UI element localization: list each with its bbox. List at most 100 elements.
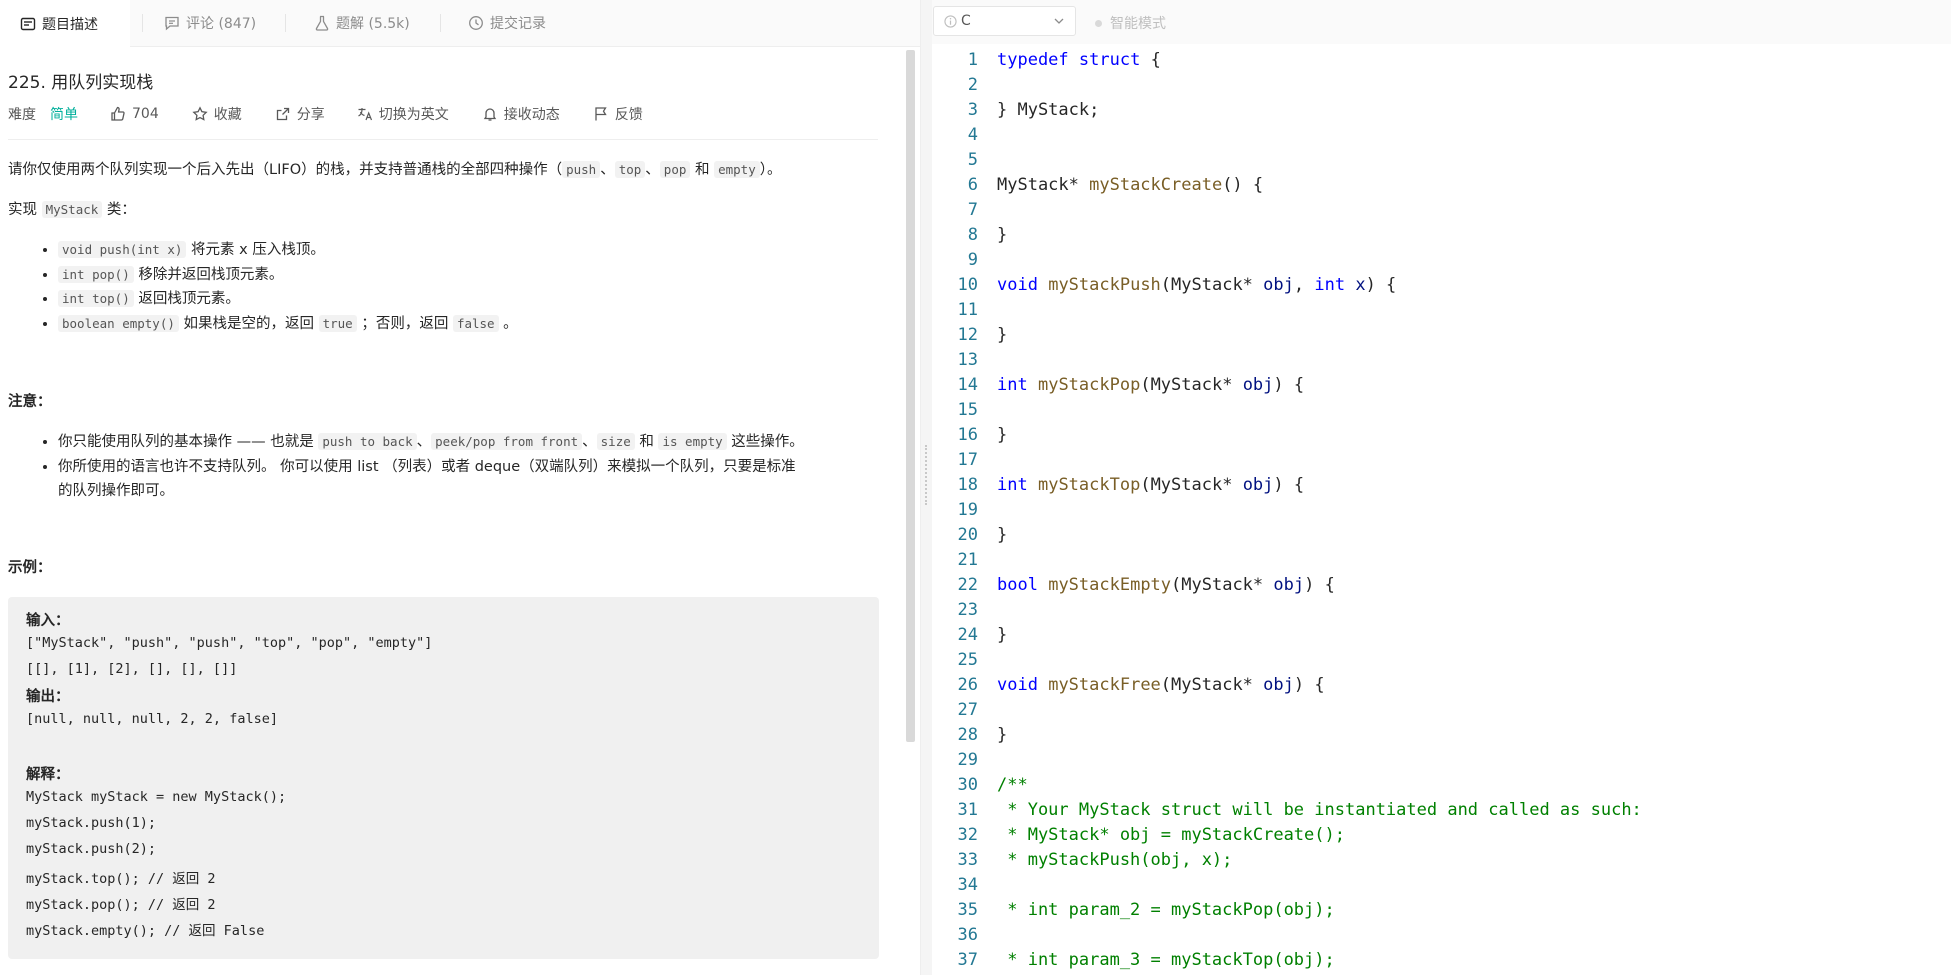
problem-title: 225. 用队列实现栈 [8, 73, 154, 93]
separator: 、 [416, 434, 432, 450]
code-line: } [997, 625, 1008, 645]
line-number: 13 [957, 350, 978, 370]
intro-end: ）。 [759, 162, 782, 178]
code-line: } [997, 525, 1008, 545]
method-desc: 如果栈是空的，返回 [178, 315, 319, 332]
code-token: typedef [997, 50, 1069, 70]
example-explain-line: myStack.top(); // 返回 2 [26, 871, 216, 887]
code-token: int [1314, 275, 1346, 295]
status-dot-icon [1095, 19, 1102, 27]
bell-icon [483, 108, 496, 121]
code-token: myStackTop [1037, 475, 1141, 495]
smart-mode-toggle[interactable]: 智能模式 [1095, 13, 1166, 33]
tab-separator [440, 14, 441, 32]
editor-panel: C 智能模式 1 2 3 4 5 6 7 8 9 10 11 12 13 14 … [932, 0, 1951, 975]
tab-label: 题目描述 [42, 16, 98, 33]
code-line: } [997, 725, 1008, 745]
line-number: 10 [957, 275, 978, 295]
code-token: int [997, 375, 1028, 395]
code-token: myStackPush [1048, 275, 1161, 295]
note-text: 这些操作。 [726, 434, 804, 450]
problem-scrollbar[interactable] [906, 50, 915, 742]
language-select[interactable]: C [933, 6, 1076, 36]
subscribe-label: 接收动态 [503, 107, 560, 123]
tab-comments[interactable]: 评论 (847) [164, 0, 256, 46]
switch-language-label: 切换为英文 [378, 107, 449, 123]
line-number: 11 [957, 300, 978, 320]
tab-label: 题解 (5.5k) [336, 16, 410, 32]
example-explain-line: myStack.push(2); [26, 841, 157, 857]
code-token: ) { [1273, 375, 1305, 395]
line-number: 16 [957, 425, 978, 445]
line-number: 25 [957, 650, 978, 670]
code-line: } [997, 425, 1008, 445]
code-token: ) { [1365, 275, 1397, 295]
code-line: /** [997, 775, 1028, 795]
implement-line: 实现 MyStack 类： [8, 198, 136, 222]
switch-language-button[interactable]: 切换为英文 [357, 104, 449, 124]
list-item: int pop() 移除并返回栈顶元素。 [58, 263, 518, 288]
problem-intro: 请你仅使用两个队列实现一个后入先出（LIFO）的栈，并支持普通栈的全部四种操作（… [8, 158, 781, 182]
code-false: false [452, 314, 499, 332]
grip-icon [925, 445, 929, 505]
like-button[interactable]: 704 [110, 106, 159, 122]
list-item: boolean empty() 如果栈是空的，返回 true ；否则，返回 fa… [58, 312, 518, 337]
line-number: 17 [957, 450, 978, 470]
tab-submissions[interactable]: 提交记录 [468, 0, 546, 46]
line-number: 24 [957, 625, 978, 645]
share-button[interactable]: 分享 [275, 104, 325, 124]
code-top: top [614, 161, 646, 178]
example-explain-line: MyStack myStack = new MyStack(); [26, 789, 287, 805]
code-token: void [997, 675, 1038, 695]
code-token: myStackCreate [1089, 175, 1223, 195]
tab-solutions[interactable]: 题解 (5.5k) [314, 0, 410, 46]
flask-icon [315, 15, 329, 31]
method-desc: 。 [498, 315, 518, 332]
code-is-empty: is empty [658, 433, 727, 450]
tab-label: 评论 (847) [186, 16, 257, 32]
share-icon [276, 107, 289, 121]
problem-meta-bar: 难度 简单 704 收藏 分享 切换为英文 接收动态 反馈 [8, 102, 878, 126]
method-desc: ；否则，返回 [356, 315, 453, 332]
line-number: 30 [957, 775, 978, 795]
example-output-line: [null, null, null, 2, 2, false] [26, 711, 278, 727]
method-list: void push(int x) 将元素 x 压入栈顶。 int pop() 移… [6, 238, 518, 336]
line-number: 14 [957, 375, 978, 395]
separator: 、 [582, 434, 597, 450]
code-token: (MyStack* [1140, 475, 1243, 495]
example-input-line: [[], [1], [2], [], [], []] [26, 661, 238, 677]
code-push-to-back: push to back [318, 433, 417, 450]
code-peek-pop: peek/pop from front [431, 433, 583, 450]
line-number: 3 [967, 100, 978, 120]
example-block: 输入： ["MyStack", "push", "push", "top", "… [8, 597, 879, 959]
implement-prefix: 实现 [8, 202, 42, 218]
info-icon [944, 14, 957, 28]
code-editor[interactable]: 1 2 3 4 5 6 7 8 9 10 11 12 13 14 15 16 1… [932, 44, 1951, 975]
code-empty: empty [714, 161, 760, 178]
line-number: 5 [967, 150, 978, 170]
note-and: 和 [634, 434, 659, 450]
problem-tabbar: 题目描述 评论 (847) 题解 (5.5k) 提交记录 [0, 0, 920, 47]
code-token: myStackPop [1037, 375, 1141, 395]
flag-icon [595, 107, 607, 121]
method-code: int top() [58, 290, 134, 307]
code-true: true [318, 314, 357, 332]
tab-description[interactable]: 题目描述 [0, 0, 130, 47]
code-token: obj [1263, 275, 1294, 295]
favorite-button[interactable]: 收藏 [192, 104, 242, 124]
feedback-button[interactable]: 反馈 [593, 104, 643, 124]
list-item: void push(int x) 将元素 x 压入栈顶。 [58, 238, 518, 263]
code-token: (MyStack* [1160, 675, 1264, 695]
code-token: , [1293, 275, 1315, 295]
star-icon [192, 106, 208, 121]
language-value: C [961, 13, 971, 29]
subscribe-button[interactable]: 接收动态 [482, 104, 560, 124]
code-line: bool myStackEmpty(MyStack* obj) { [997, 575, 1335, 595]
smart-mode-label: 智能模式 [1110, 16, 1166, 32]
code-line: * int param_3 = myStackTop(obj); [997, 950, 1335, 970]
code-size: size [596, 433, 635, 450]
separator: 、 [645, 162, 660, 178]
note-text: 你所使用的语言也许不支持队列。 你可以使用 list （列表）或者 deque（… [58, 458, 796, 475]
method-desc: 返回栈顶元素。 [133, 291, 240, 307]
method-desc: 将元素 x 压入栈顶。 [186, 242, 325, 258]
